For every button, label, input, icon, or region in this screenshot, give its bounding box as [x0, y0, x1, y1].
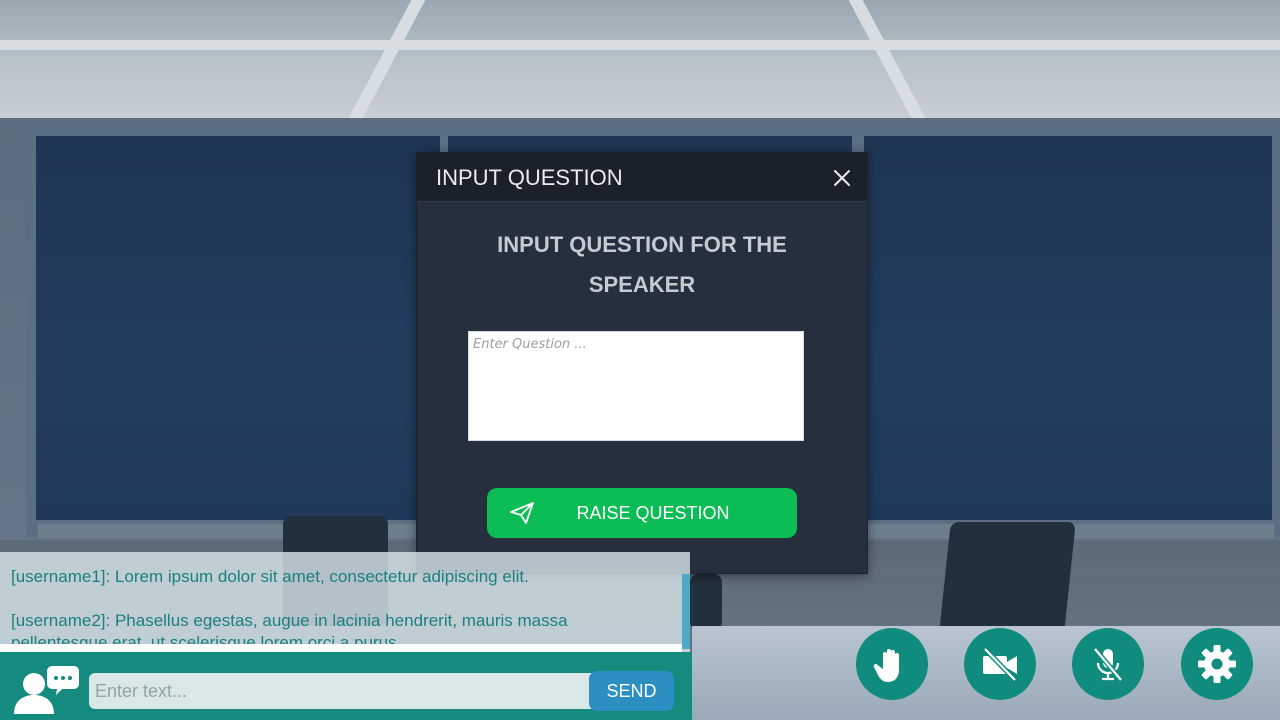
- screen-panel: [36, 136, 440, 520]
- camera-toggle-button[interactable]: [964, 628, 1036, 700]
- hand-icon: [873, 649, 899, 682]
- chat-log[interactable]: [username1]: Lorem ipsum dolor sit amet,…: [0, 552, 690, 652]
- gear-icon: [1198, 645, 1236, 683]
- dialog-title: INPUT QUESTION: [436, 165, 623, 190]
- close-icon[interactable]: [829, 165, 855, 191]
- chat-scrollbar[interactable]: [682, 574, 690, 649]
- chair: [939, 522, 1076, 632]
- chat-log-divider: [0, 644, 682, 652]
- raise-question-button[interactable]: RAISE QUESTION: [487, 488, 797, 538]
- camera-off-icon: [983, 647, 1017, 682]
- send-button[interactable]: SEND: [589, 671, 674, 711]
- dialog-heading: INPUT QUESTION FOR THE SPEAKER: [497, 232, 787, 297]
- input-question-dialog: INPUT QUESTION INPUT QUESTION FOR THE SP…: [416, 152, 868, 574]
- settings-button[interactable]: [1181, 628, 1253, 700]
- question-input[interactable]: [468, 331, 804, 441]
- chair: [690, 574, 722, 630]
- raise-hand-button[interactable]: [856, 628, 928, 700]
- chat-text-input[interactable]: [89, 673, 599, 709]
- mic-off-icon: [1093, 647, 1123, 682]
- mic-toggle-button[interactable]: [1072, 628, 1144, 700]
- ceiling: [0, 0, 1280, 118]
- chat-users-icon[interactable]: [10, 664, 80, 716]
- ceiling-beam: [0, 40, 1280, 50]
- raise-question-label: RAISE QUESTION: [576, 503, 730, 523]
- screen-panel: [864, 136, 1272, 520]
- chat-message: [username1]: Lorem ipsum dolor sit amet,…: [11, 567, 529, 586]
- dialog-header: INPUT QUESTION: [417, 153, 867, 202]
